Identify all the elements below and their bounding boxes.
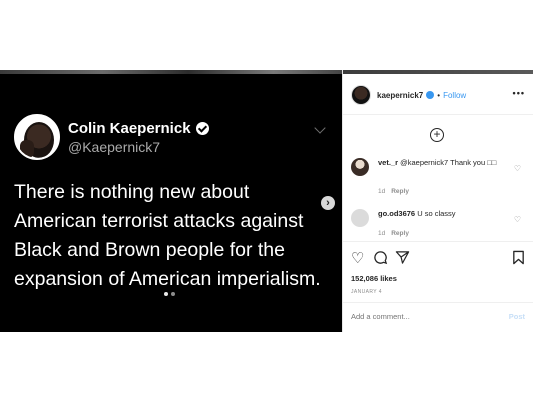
post-media[interactable]: Colin Kaepernick @Kaepernick7 There is n… [0, 70, 342, 332]
carousel-dots [164, 292, 175, 296]
bookmark-icon[interactable] [512, 250, 525, 270]
tweet-avatar [14, 114, 60, 160]
tweet-names: Colin Kaepernick @Kaepernick7 [68, 120, 209, 155]
carousel-dot-active [164, 292, 168, 296]
post-actions: ♡ [351, 250, 527, 268]
next-slide-button[interactable]: › [321, 196, 335, 210]
commenter-avatar[interactable] [351, 158, 369, 176]
sidebar-top-strip [343, 70, 533, 74]
post-sidebar: kaepernick7 • Follow ••• + vet._r @kaepe… [342, 70, 533, 332]
comment-like-heart-icon[interactable]: ♡ [514, 164, 521, 173]
header-separator: • [437, 90, 441, 100]
post-comment-button[interactable]: Post [509, 312, 525, 321]
media-top-strip [0, 70, 342, 74]
comment-text: U so classy [417, 209, 456, 218]
likes-count[interactable]: 152,086 likes [351, 274, 397, 283]
tweet-author-name: Colin Kaepernick [68, 120, 209, 137]
reply-button[interactable]: Reply [391, 230, 409, 237]
more-options-icon[interactable]: ••• [513, 88, 525, 98]
tweet-header: Colin Kaepernick @Kaepernick7 [14, 114, 209, 160]
verified-badge-icon [195, 121, 209, 135]
tweet-author-name-text: Colin Kaepernick [68, 119, 191, 137]
chevron-down-icon [314, 122, 326, 134]
comment-body: go.od3676 U so classy [378, 209, 510, 219]
comment-username[interactable]: go.od3676 [378, 209, 415, 218]
tweet-text: There is nothing new about American terr… [14, 181, 321, 290]
instagram-post: Colin Kaepernick @Kaepernick7 There is n… [0, 70, 533, 332]
comment-age: 1d [378, 188, 386, 195]
add-comment-divider [343, 302, 533, 303]
comment-age: 1d [378, 230, 386, 237]
follow-button[interactable]: Follow [443, 91, 466, 100]
avatar[interactable] [351, 85, 371, 105]
add-comment-input[interactable] [351, 312, 491, 321]
load-more-comments-button[interactable]: + [430, 128, 444, 142]
avatar-hand [20, 140, 34, 158]
post-date: JANUARY 4 [351, 289, 382, 295]
post-header: kaepernick7 • Follow ••• [351, 85, 527, 105]
comment-like-heart-icon[interactable]: ♡ [514, 215, 521, 224]
verified-badge-icon [426, 91, 435, 99]
post-username[interactable]: kaepernick7 [377, 91, 423, 100]
heart-outline-icon[interactable]: ♡ [351, 250, 364, 268]
comment-text: @kaepernick7 Thank you □□ [400, 158, 497, 167]
comment-meta: 1d Reply [378, 188, 409, 195]
comment-username[interactable]: vet._r [378, 158, 398, 167]
tweet-handle: @Kaepernick7 [68, 138, 161, 155]
comment-meta: 1d Reply [378, 230, 409, 237]
reply-button[interactable]: Reply [391, 188, 409, 195]
commenter-avatar[interactable] [351, 209, 369, 227]
carousel-dot [171, 292, 175, 296]
comment-bubble-icon[interactable] [373, 250, 388, 270]
comment-body: vet._r @kaepernick7 Thank you □□ [378, 158, 510, 168]
actions-divider [343, 241, 533, 242]
header-divider [343, 114, 533, 115]
paper-plane-icon[interactable] [395, 250, 410, 270]
